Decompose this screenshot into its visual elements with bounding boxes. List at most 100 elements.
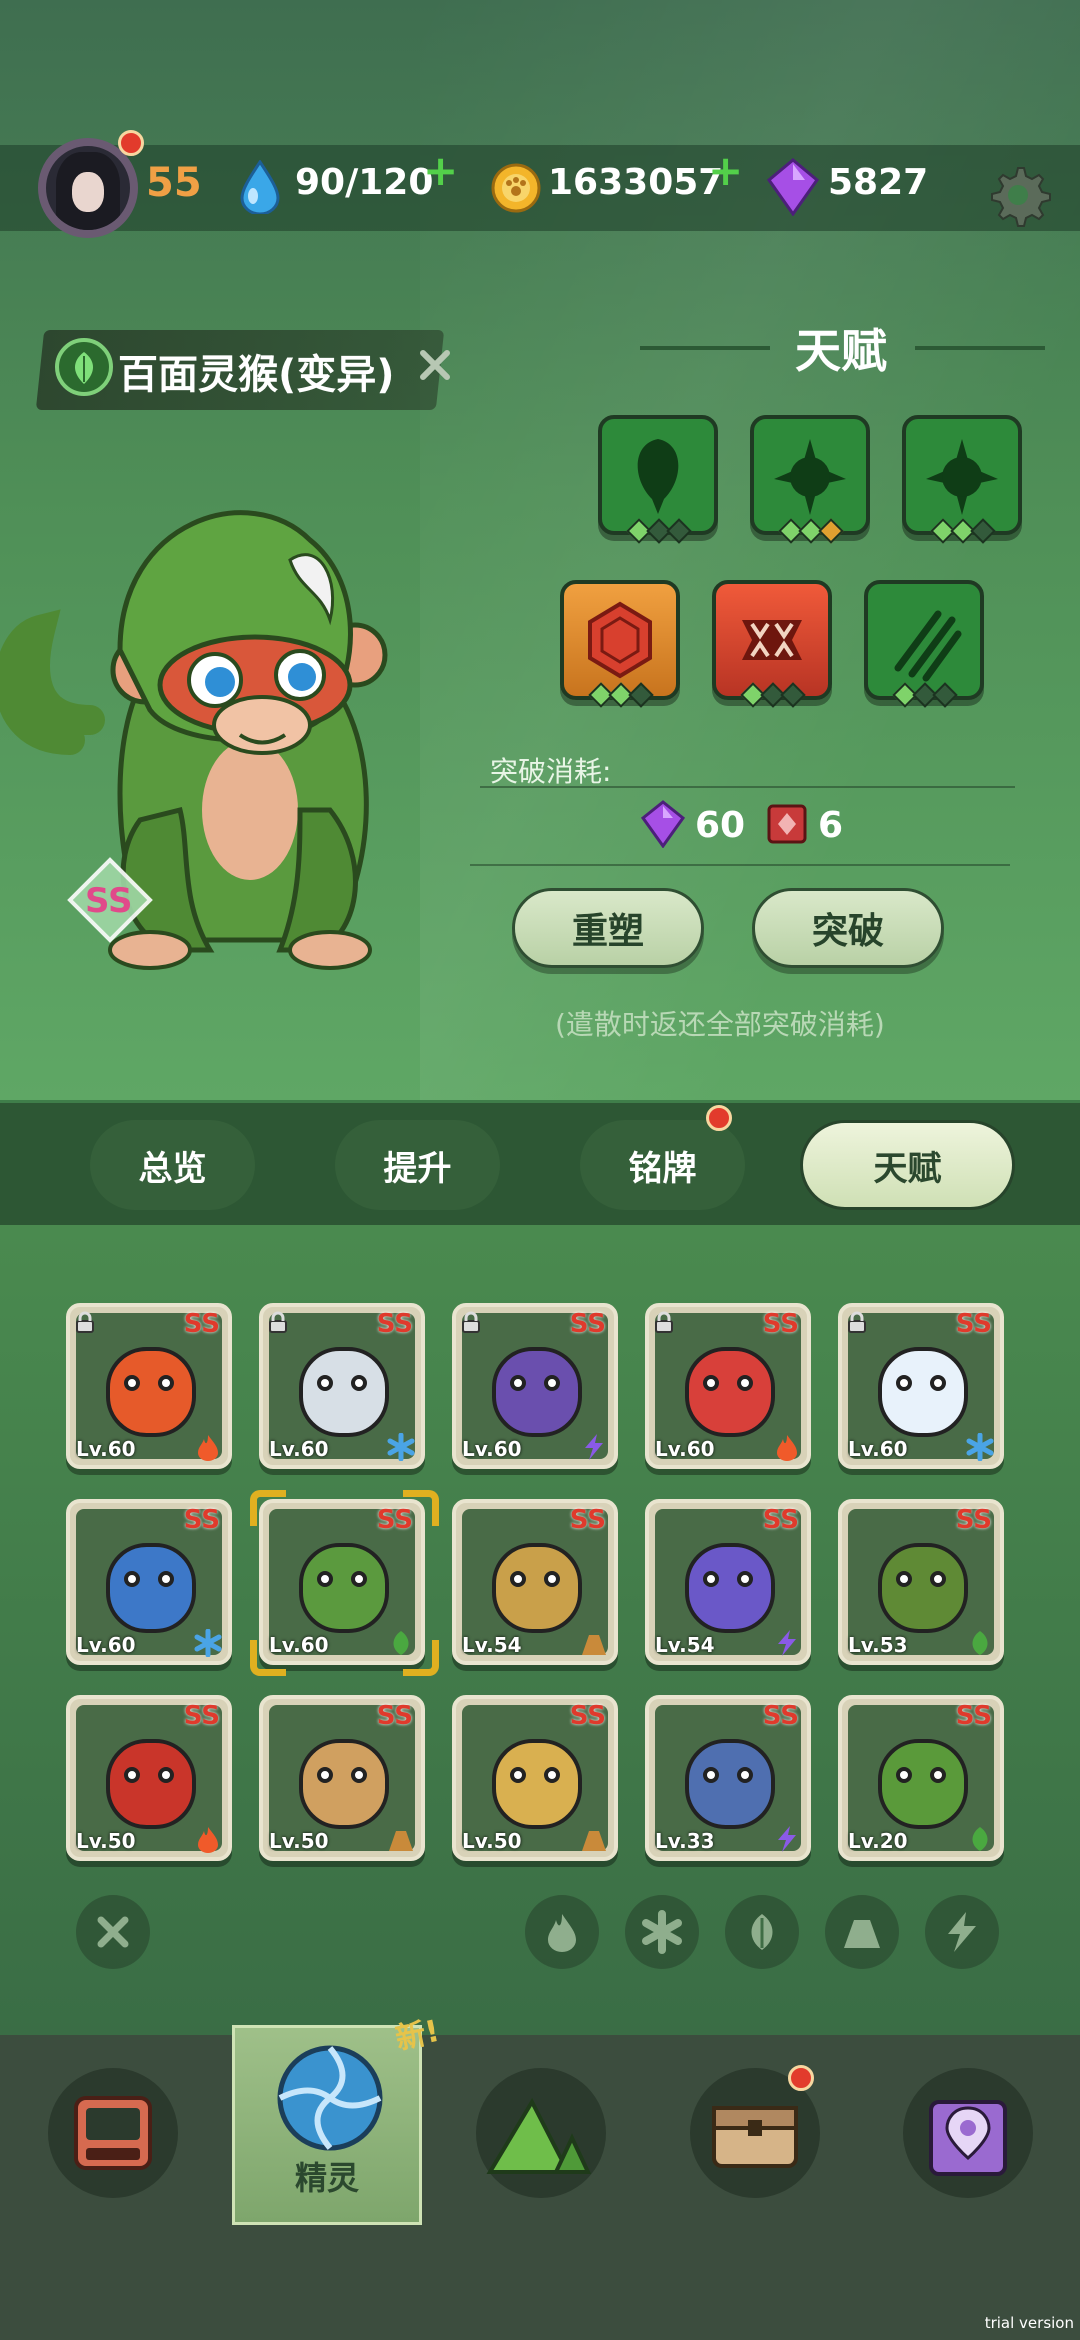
close-icon[interactable] [418,348,452,382]
gear-icon[interactable] [985,162,1051,228]
coin-add-icon[interactable]: + [708,150,743,192]
creature-level: Lv.53 [848,1633,908,1657]
gem-icon [766,158,820,216]
creature-card[interactable]: SS Lv.60 [645,1303,811,1469]
creature-figure [492,1347,582,1437]
filter-earth-button[interactable] [825,1895,899,1969]
creature-level: Lv.33 [655,1829,715,1853]
talent-slot-3[interactable] [902,415,1022,535]
creature-eye [510,1571,526,1587]
creature-level: Lv.60 [269,1437,329,1461]
reshape-button[interactable]: 重塑 [512,888,704,968]
tab-upgrade[interactable]: 提升 [335,1120,500,1210]
selection-corner [403,1640,439,1676]
creature-figure [299,1347,389,1437]
svg-text:SS: SS [85,881,132,921]
tab-talent[interactable]: 天赋 [800,1120,1015,1210]
skill-book-icon [767,804,807,844]
cost-books-value: 6 [818,805,844,846]
creature-eye [544,1767,560,1783]
creature-figure [685,1347,775,1437]
creature-level: Lv.20 [848,1829,908,1853]
creature-eye [544,1375,560,1391]
creature-figure [492,1543,582,1633]
creature-rank: SS [183,1505,220,1535]
creature-rank: SS [762,1701,799,1731]
creature-eye [124,1375,140,1391]
fire-icon [777,1435,797,1461]
creature-card[interactable]: SS Lv.50 [66,1695,232,1861]
creature-eye [703,1375,719,1391]
talent-slot-1[interactable] [598,415,718,535]
talent-title: 天赋 [795,324,887,378]
filter-thunder-button[interactable] [925,1895,999,1969]
creature-card[interactable]: SS Lv.50 [452,1695,618,1861]
selection-corner [250,1490,286,1526]
nav-location-button[interactable] [903,2068,1033,2198]
inventory-notification-dot [788,2065,814,2091]
creature-figure [492,1739,582,1829]
creature-level: Lv.60 [848,1437,908,1461]
lock-icon [655,1311,673,1333]
earth-icon [389,1831,413,1851]
creature-rank: SS [569,1309,606,1339]
creature-rank: SS [183,1701,220,1731]
creature-card[interactable]: SS Lv.60 [66,1499,232,1665]
filter-ice-button[interactable] [625,1895,699,1969]
fire-icon [198,1435,218,1461]
close-icon [97,1916,129,1948]
tab-overview[interactable]: 总览 [90,1120,255,1210]
breakthrough-button[interactable]: 突破 [752,888,944,968]
creature-rank: SS [376,1701,413,1731]
creature-eye [737,1571,753,1587]
creature-card[interactable]: SS Lv.33 [645,1695,811,1861]
filter-grass-button[interactable] [725,1895,799,1969]
creature-eye [930,1571,946,1587]
creature-eye [896,1571,912,1587]
talent-slot-6-stars [892,682,958,708]
creature-card[interactable]: SS Lv.20 [838,1695,1004,1861]
creature-level: Lv.60 [655,1437,715,1461]
creature-eye [351,1767,367,1783]
creature-rank: SS [762,1309,799,1339]
creature-card[interactable]: SS Lv.60 [452,1303,618,1469]
selection-corner [250,1640,286,1676]
creature-card[interactable]: SS Lv.54 [645,1499,811,1665]
creature-rank: SS [569,1701,606,1731]
talent-divider-right [915,346,1045,350]
nav-shop-button[interactable] [48,2068,178,2198]
creature-rank: SS [955,1505,992,1535]
talent-divider-left [640,346,770,350]
creature-card[interactable]: SS Lv.53 [838,1499,1004,1665]
creature-card[interactable]: SS Lv.60 [66,1303,232,1469]
filter-fire-button[interactable] [525,1895,599,1969]
fire-icon [548,1914,576,1952]
creature-eye [351,1375,367,1391]
grass-element-icon [55,338,113,396]
creature-card[interactable]: SS Lv.60 [838,1303,1004,1469]
earth-icon [582,1831,606,1851]
player-level: 55 [146,160,202,206]
creature-figure [685,1543,775,1633]
creature-level: Lv.50 [462,1829,522,1853]
thunder-icon [948,1912,976,1952]
creature-card[interactable]: SS Lv.60 [259,1303,425,1469]
creature-eye [510,1767,526,1783]
creature-eye [930,1375,946,1391]
water-drop-icon [240,160,280,214]
creature-eye [158,1767,174,1783]
creature-eye [317,1767,333,1783]
coin-icon [491,163,541,213]
filter-clear-button[interactable] [76,1895,150,1969]
creature-rank: SS [762,1505,799,1535]
creature-figure [878,1347,968,1437]
nav-map-button[interactable] [476,2068,606,2198]
creature-eye [317,1375,333,1391]
creature-card[interactable]: SS Lv.54 [452,1499,618,1665]
tab-nameplate[interactable]: 铭牌 [580,1120,745,1210]
talent-slot-2[interactable] [750,415,870,535]
creature-card[interactable]: SS Lv.50 [259,1695,425,1861]
creature-rank: SS [376,1309,413,1339]
monkey-pet-illustration: SS [0,510,388,970]
stamina-add-icon[interactable]: + [423,150,458,192]
